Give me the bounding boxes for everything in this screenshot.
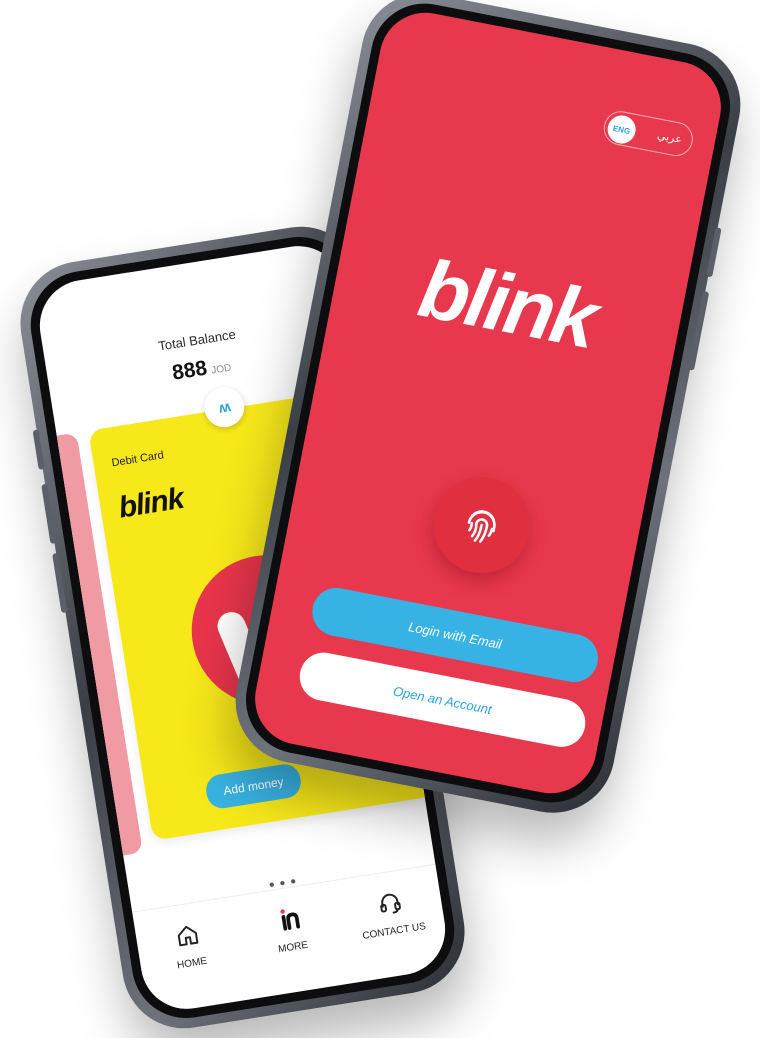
lang-eng-option[interactable]: ENG [605, 113, 639, 146]
side-button [41, 483, 57, 544]
headset-icon [380, 893, 401, 914]
login-phone: ENG عربي blink Login with Email Open an … [224, 0, 752, 824]
login-bezel: ENG عربي blink Login with Email Open an … [236, 0, 740, 812]
blink-mark-icon [280, 909, 301, 931]
nav-home[interactable]: HOME [141, 915, 237, 976]
lang-arabic-option[interactable]: عربي [656, 129, 683, 146]
nav-more-label: MORE [277, 939, 309, 956]
home-icon [177, 925, 199, 947]
card-logo: blink [116, 481, 186, 525]
brand-logo: blink [411, 242, 603, 366]
login-screen: ENG عربي blink Login with Email Open an … [247, 4, 729, 802]
balance-amount: 888 [170, 356, 209, 385]
nav-more[interactable]: MORE [242, 899, 338, 960]
side-button [52, 552, 68, 614]
balance-currency: JOD [210, 362, 233, 377]
language-toggle[interactable]: ENG عربي [600, 108, 696, 159]
nav-contact-label: CONTACT US [361, 921, 427, 942]
nav-contact[interactable]: CONTACT US [343, 883, 439, 944]
nav-home-label: HOME [176, 955, 208, 972]
fingerprint-login-button[interactable] [425, 468, 538, 582]
bottom-nav: HOME MORE CONTACT US [132, 863, 452, 1016]
fingerprint-icon [467, 510, 496, 543]
card-type-label: Debit Card [110, 449, 165, 470]
side-button [32, 429, 45, 470]
side-button [706, 227, 722, 278]
